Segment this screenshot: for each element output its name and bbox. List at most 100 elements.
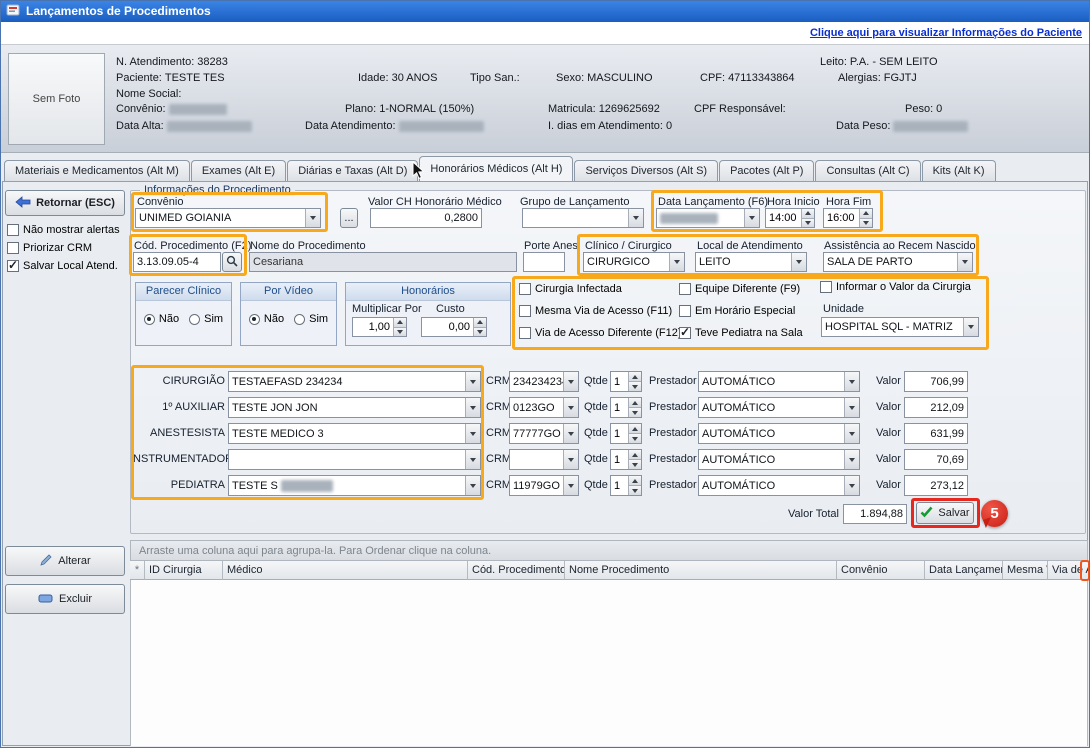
checkbox-teve-pediatra[interactable]: Teve Pediatra na Sala: [679, 327, 803, 339]
retornar-button[interactable]: Retornar (ESC): [5, 190, 125, 216]
doctor-qtde-spinner[interactable]: 1: [610, 397, 642, 418]
doctor-prestador-select[interactable]: AUTOMÁTICO: [698, 449, 860, 470]
doctor-crm-select[interactable]: 234234234(: [509, 371, 579, 392]
doctor-name-select[interactable]: [228, 449, 481, 470]
spin-up-icon[interactable]: [802, 209, 814, 218]
spin-up-icon[interactable]: [394, 318, 406, 327]
spin-up-icon[interactable]: [629, 476, 641, 485]
doctor-crm-select[interactable]: 11979GO: [509, 475, 579, 496]
clinico-cirurgico-select[interactable]: CIRURGICO: [583, 252, 685, 272]
doctor-name-select[interactable]: TESTE MEDICO 3: [228, 423, 481, 444]
chevron-down-icon[interactable]: [844, 372, 859, 391]
unidade-select[interactable]: HOSPITAL SQL - MATRIZ: [821, 317, 979, 337]
chevron-down-icon[interactable]: [844, 476, 859, 495]
chevron-down-icon[interactable]: [957, 253, 972, 271]
chevron-down-icon[interactable]: [305, 209, 320, 227]
assistencia-recem-nascido-select[interactable]: SALA DE PARTO: [823, 252, 973, 272]
video-sim-radio[interactable]: Sim: [294, 313, 328, 325]
video-nao-radio[interactable]: Não: [249, 313, 284, 325]
tab-diarias[interactable]: Diárias e Taxas (Alt D): [287, 160, 418, 181]
doctor-crm-select[interactable]: 77777GO: [509, 423, 579, 444]
chevron-down-icon[interactable]: [563, 372, 578, 391]
patient-info-link[interactable]: Clique aqui para visualizar Informações …: [810, 27, 1082, 39]
parecer-sim-radio[interactable]: Sim: [189, 313, 223, 325]
chevron-down-icon[interactable]: [465, 476, 480, 495]
checkbox-priorizar-crm[interactable]: Priorizar CRM: [7, 242, 92, 254]
local-atendimento-select[interactable]: LEITO: [695, 252, 807, 272]
parecer-nao-radio[interactable]: Não: [144, 313, 179, 325]
search-button[interactable]: [222, 252, 242, 272]
excluir-button[interactable]: Excluir: [5, 584, 125, 614]
checkbox-equipe-diferente[interactable]: Equipe Diferente (F9): [679, 283, 800, 295]
data-lancamento-select[interactable]: [656, 208, 760, 228]
grid-group-by-bar[interactable]: Arraste uma coluna aqui para agrupa-la. …: [130, 540, 1088, 561]
doctor-prestador-select[interactable]: AUTOMÁTICO: [698, 397, 860, 418]
doctor-valor-input[interactable]: 212,09: [904, 397, 968, 418]
salvar-button[interactable]: Salvar: [916, 502, 974, 524]
column-header-mesma-via[interactable]: Mesma Via (: [1003, 561, 1048, 580]
custo-spinner[interactable]: 0,00: [421, 317, 487, 337]
spin-up-icon[interactable]: [629, 398, 641, 407]
spin-up-icon[interactable]: [474, 318, 486, 327]
doctor-name-select[interactable]: TESTE JON JON: [228, 397, 481, 418]
column-header-via-de-acesso[interactable]: Via de Acesso: [1048, 561, 1088, 580]
multiplicar-spinner[interactable]: 1,00: [352, 317, 407, 337]
chevron-down-icon[interactable]: [465, 424, 480, 443]
doctor-crm-select[interactable]: [509, 449, 579, 470]
spin-down-icon[interactable]: [394, 327, 406, 337]
doctor-prestador-select[interactable]: AUTOMÁTICO: [698, 371, 860, 392]
doctor-crm-select[interactable]: 0123GO: [509, 397, 579, 418]
doctor-qtde-spinner[interactable]: 1: [610, 371, 642, 392]
checkbox-salvar-local-atend[interactable]: Salvar Local Atend.: [7, 260, 118, 272]
tab-consultas[interactable]: Consultas (Alt C): [815, 160, 920, 181]
doctor-valor-input[interactable]: 706,99: [904, 371, 968, 392]
chevron-down-icon[interactable]: [465, 372, 480, 391]
grupo-lancamento-select[interactable]: [522, 208, 644, 228]
chevron-down-icon[interactable]: [844, 424, 859, 443]
spin-down-icon[interactable]: [629, 407, 641, 417]
doctor-prestador-select[interactable]: AUTOMÁTICO: [698, 423, 860, 444]
tab-kits[interactable]: Kits (Alt K): [922, 160, 996, 181]
spin-down-icon[interactable]: [629, 485, 641, 495]
spin-down-icon[interactable]: [474, 327, 486, 337]
hora-fim-spinner[interactable]: 16:00: [823, 208, 873, 228]
tab-honorarios-medicos[interactable]: Honorários Médicos (Alt H): [419, 156, 573, 181]
doctor-valor-input[interactable]: 631,99: [904, 423, 968, 444]
chevron-down-icon[interactable]: [563, 398, 578, 417]
column-header-convenio[interactable]: Convênio: [837, 561, 925, 580]
doctor-qtde-spinner[interactable]: 1: [610, 449, 642, 470]
chevron-down-icon[interactable]: [791, 253, 806, 271]
checkbox-cirurgia-infectada[interactable]: Cirurgia Infectada: [519, 283, 622, 295]
column-header-medico[interactable]: Médico: [223, 561, 468, 580]
doctor-prestador-select[interactable]: AUTOMÁTICO: [698, 475, 860, 496]
column-header-nome-procedimento[interactable]: Nome Procedimento: [565, 561, 837, 580]
browse-button[interactable]: ...: [340, 208, 358, 228]
column-header-cod-procedimento[interactable]: Cód. Procedimento: [468, 561, 565, 580]
chevron-down-icon[interactable]: [628, 209, 643, 227]
porte-anes-input[interactable]: [523, 252, 565, 272]
spin-down-icon[interactable]: [802, 218, 814, 228]
chevron-down-icon[interactable]: [563, 476, 578, 495]
convenio-select[interactable]: UNIMED GOIANIA: [135, 208, 321, 228]
doctor-qtde-spinner[interactable]: 1: [610, 475, 642, 496]
tab-pacotes[interactable]: Pacotes (Alt P): [719, 160, 814, 181]
doctor-valor-input[interactable]: 70,69: [904, 449, 968, 470]
chevron-down-icon[interactable]: [844, 398, 859, 417]
chevron-down-icon[interactable]: [744, 209, 759, 227]
spin-down-icon[interactable]: [629, 459, 641, 469]
chevron-down-icon[interactable]: [563, 450, 578, 469]
spin-up-icon[interactable]: [629, 450, 641, 459]
doctor-name-select[interactable]: TESTAEFASD 234234: [228, 371, 481, 392]
spin-down-icon[interactable]: [629, 433, 641, 443]
chevron-down-icon[interactable]: [963, 318, 978, 336]
tab-servicos[interactable]: Serviços Diversos (Alt S): [574, 160, 718, 181]
tab-exames[interactable]: Exames (Alt E): [191, 160, 286, 181]
tab-materiais[interactable]: Materiais e Medicamentos (Alt M): [4, 160, 190, 181]
cod-procedimento-input[interactable]: 3.13.09.05-4: [133, 252, 221, 272]
valor-ch-input[interactable]: 0,2800: [370, 208, 482, 228]
valor-total-input[interactable]: 1.894,88: [843, 504, 907, 524]
alterar-button[interactable]: Alterar: [5, 546, 125, 576]
checkbox-mesma-via[interactable]: Mesma Via de Acesso (F11): [519, 305, 672, 317]
checkbox-via-diferente[interactable]: Via de Acesso Diferente (F12): [519, 327, 682, 339]
spin-up-icon[interactable]: [860, 209, 872, 218]
